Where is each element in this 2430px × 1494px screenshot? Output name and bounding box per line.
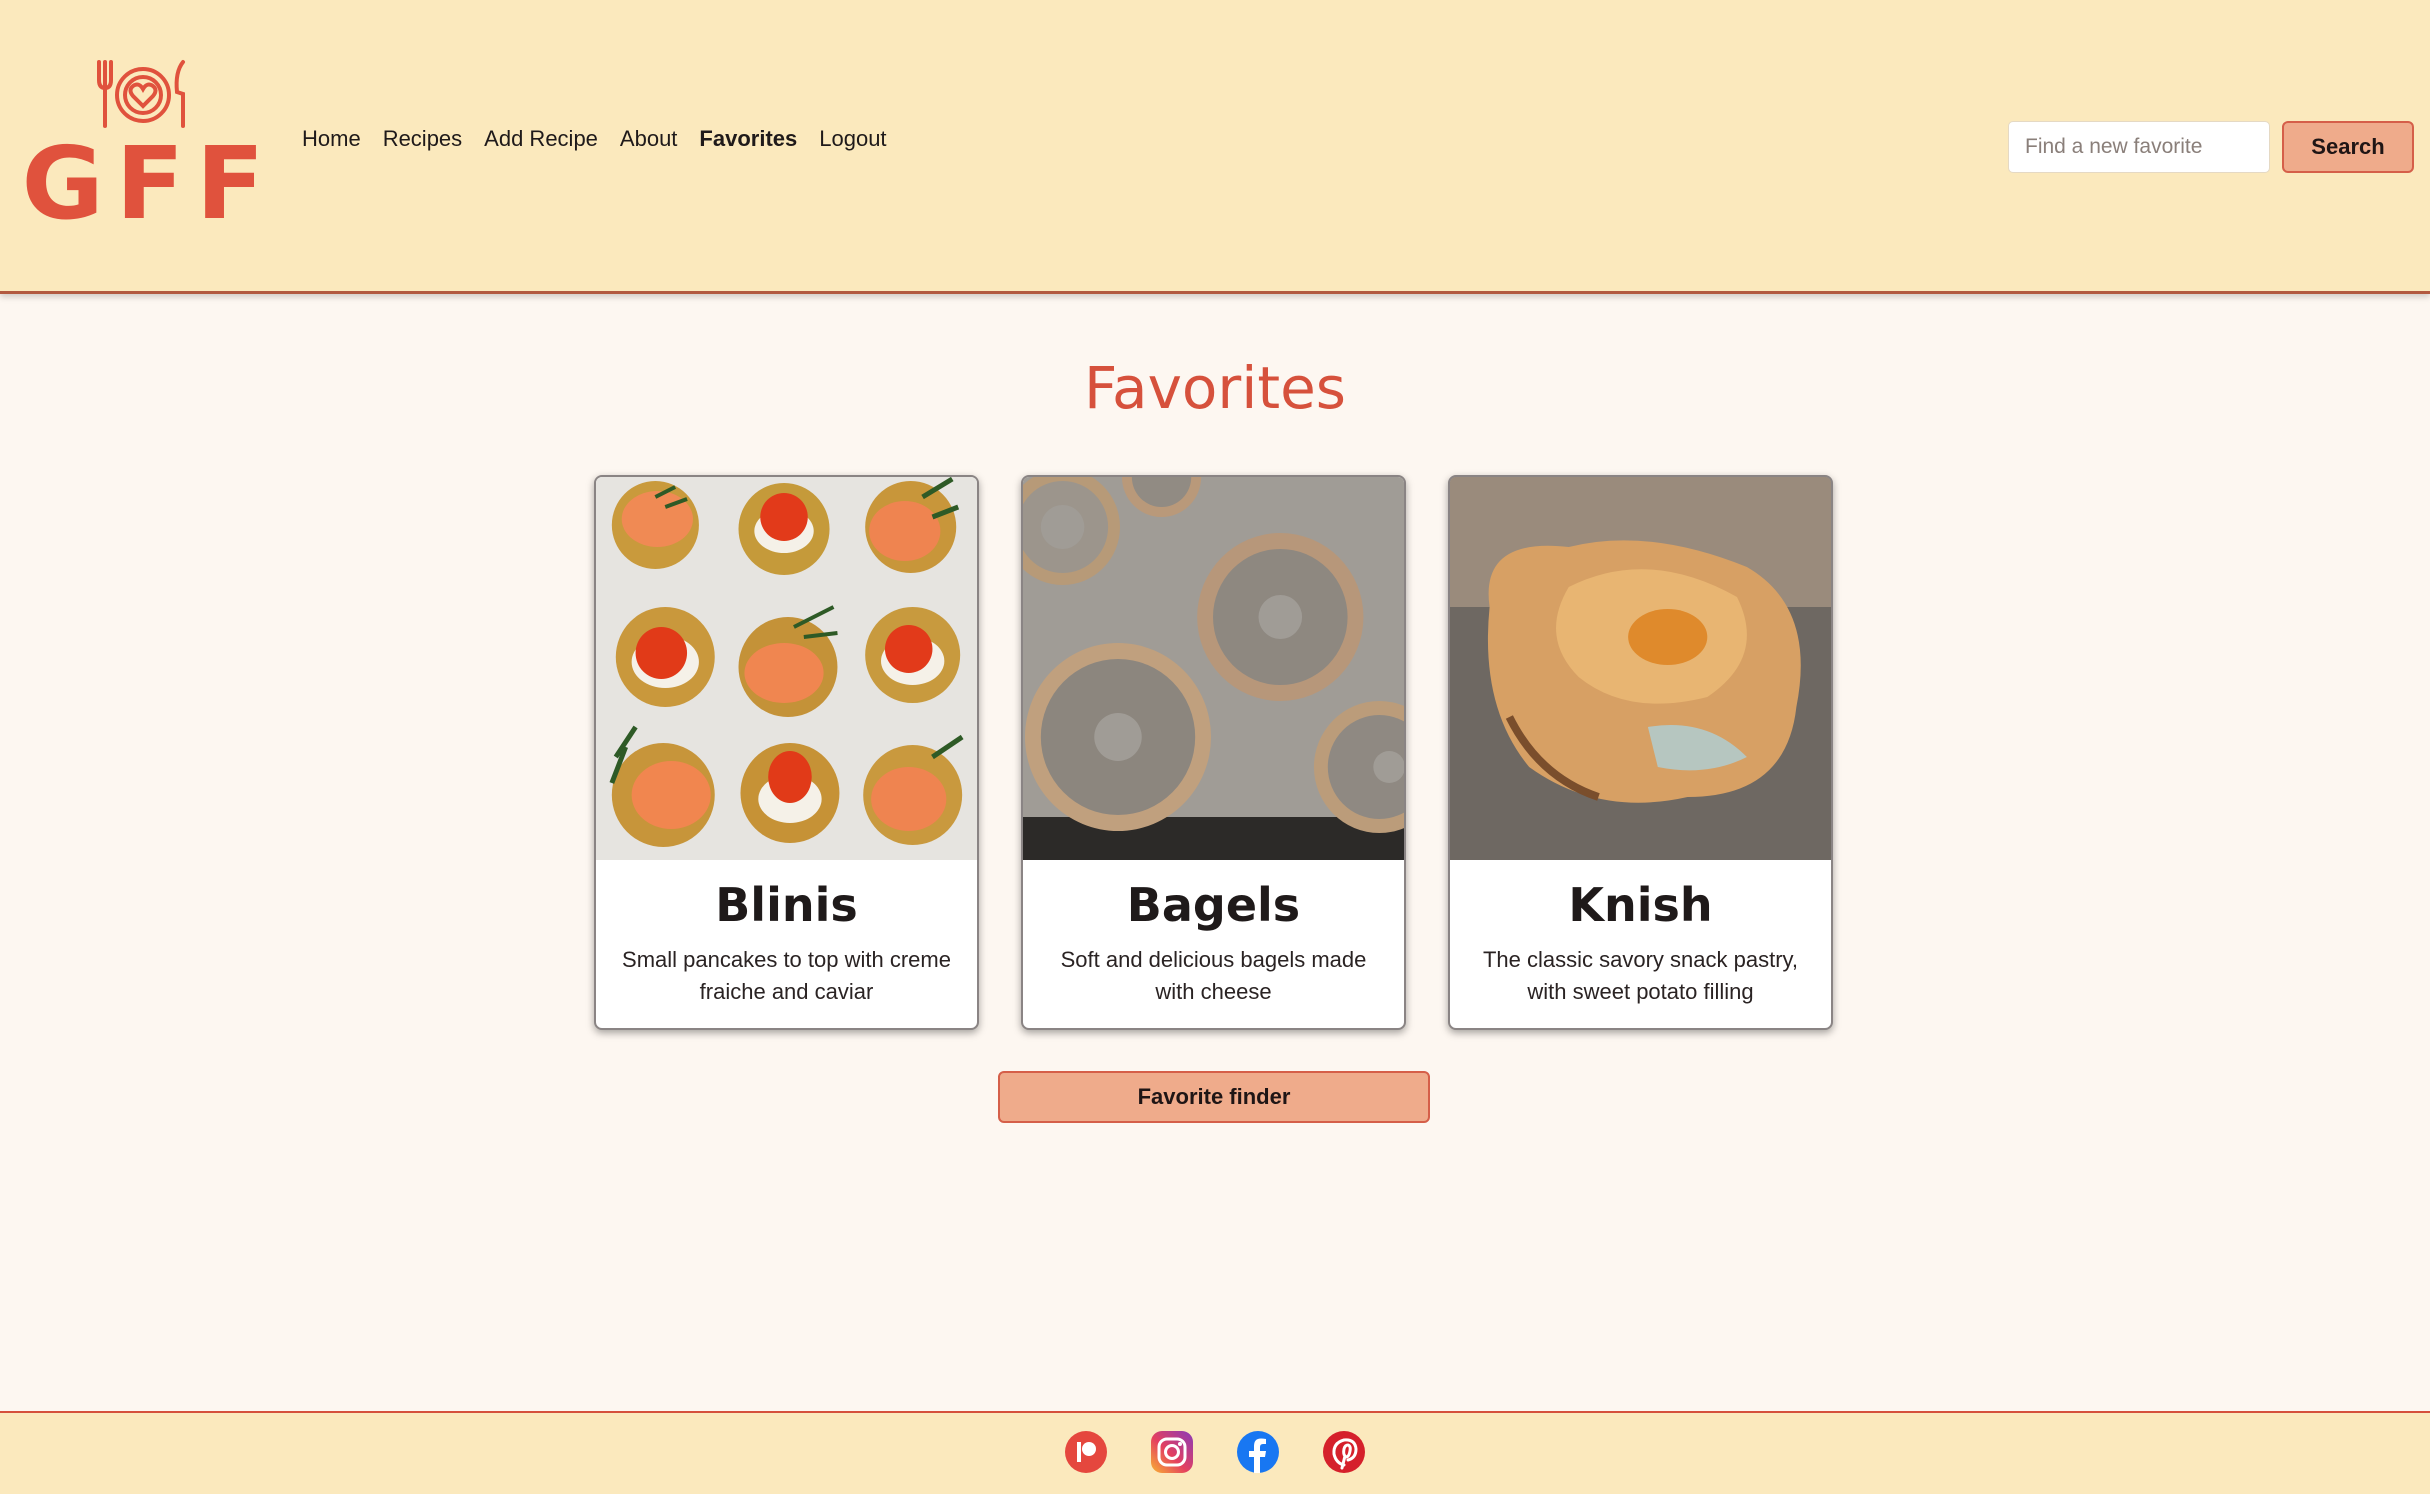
logo[interactable]: GFF [22, 58, 264, 238]
logo-text: GFF [21, 125, 277, 242]
knish-photo [1450, 477, 1831, 860]
card-description: Small pancakes to top with creme fraiche… [622, 947, 951, 1004]
site-footer [0, 1411, 2430, 1494]
recipe-card-blinis[interactable]: Blinis Small pancakes to top with creme … [594, 475, 979, 1030]
plate-heart-icon [97, 60, 185, 128]
site-header: GFF Home Recipes Add Recipe About Favori… [0, 0, 2430, 294]
nav-about[interactable]: About [620, 126, 678, 152]
card-description: The classic savory snack pastry, with sw… [1482, 947, 1799, 1004]
card-title: Bagels [1126, 878, 1301, 932]
bagels-photo [1023, 477, 1404, 860]
nav-logout[interactable]: Logout [819, 126, 886, 152]
search-input[interactable] [2008, 121, 2270, 173]
instagram-icon[interactable] [1150, 1430, 1194, 1474]
nav-home[interactable]: Home [302, 126, 361, 152]
favorites-grid: Blinis Small pancakes to top with creme … [594, 475, 1833, 1030]
main-nav: Home Recipes Add Recipe About Favorites … [302, 126, 887, 152]
recipe-card-knish[interactable]: Knish The classic savory snack pastry, w… [1448, 475, 1833, 1030]
patreon-icon[interactable] [1064, 1430, 1108, 1474]
nav-favorites[interactable]: Favorites [699, 126, 797, 152]
favorite-finder-button[interactable]: Favorite finder [998, 1071, 1430, 1123]
card-description: Soft and delicious bagels made with chee… [1060, 947, 1367, 1004]
search-form: Search [2008, 121, 2414, 173]
recipe-card-bagels[interactable]: Bagels Soft and delicious bagels made wi… [1021, 475, 1406, 1030]
nav-add-recipe[interactable]: Add Recipe [484, 126, 598, 152]
search-button[interactable]: Search [2282, 121, 2414, 173]
pinterest-icon[interactable] [1322, 1430, 1366, 1474]
nav-recipes[interactable]: Recipes [383, 126, 462, 152]
blinis-photo [596, 477, 977, 860]
card-title: Knish [1568, 878, 1713, 932]
page-title: Favorites [1084, 354, 1346, 422]
card-title: Blinis [715, 878, 858, 932]
facebook-icon[interactable] [1236, 1430, 1280, 1474]
